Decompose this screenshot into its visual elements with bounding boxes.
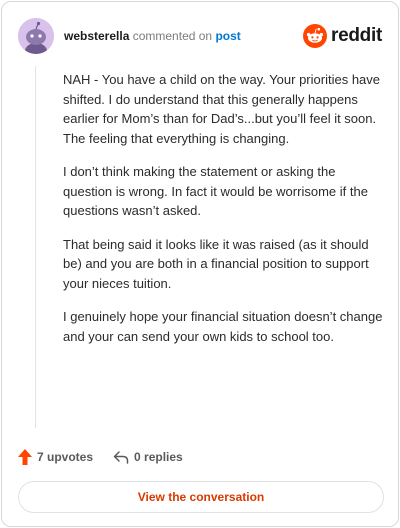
upvote-button[interactable]: 7 upvotes <box>18 449 93 465</box>
reddit-wordmark: reddit <box>331 25 382 46</box>
upvote-count: 7 upvotes <box>37 450 94 464</box>
reply-arrow-icon <box>113 451 129 464</box>
comment-paragraph: I don’t think making the statement or as… <box>63 164 368 218</box>
reply-count: 0 replies <box>134 450 183 464</box>
comment-paragraph: That being said it looks like it was rai… <box>63 236 369 291</box>
comment-paragraph: NAH - You have a child on the way. Your … <box>63 72 381 146</box>
view-conversation-button[interactable]: View the conversation <box>18 481 384 513</box>
upvote-arrow-icon <box>18 449 32 465</box>
thread-line <box>35 66 36 428</box>
post-link[interactable]: post <box>215 29 240 43</box>
comment-actions: 7 upvotes 0 replies <box>18 448 183 466</box>
comment-paragraph: I genuinely hope your financial situatio… <box>63 309 383 344</box>
snoo-avatar-icon <box>18 18 54 54</box>
embedded-comment-card: websterella commented on post reddit NAH… <box>1 1 399 527</box>
commented-on-text: commented on <box>132 29 213 43</box>
comment-body: NAH - You have a child on the way. Your … <box>63 70 383 360</box>
reply-button[interactable]: 0 replies <box>113 450 183 464</box>
comment-header: websterella commented on post reddit <box>18 18 382 54</box>
reddit-logo[interactable]: reddit <box>303 23 382 49</box>
comment-byline: websterella commented on post <box>64 28 241 44</box>
username-link[interactable]: websterella <box>64 29 129 43</box>
reddit-snoo-icon <box>303 24 328 48</box>
user-avatar[interactable] <box>18 18 54 54</box>
